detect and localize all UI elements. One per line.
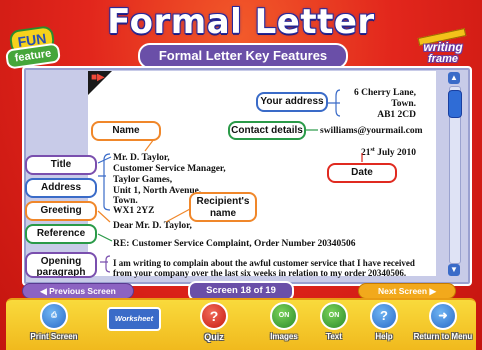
letter-body-line: from your company over the last six week… bbox=[113, 268, 407, 278]
text-on-indicator: ON bbox=[320, 302, 348, 330]
return-to-menu-label: Return to Menu bbox=[413, 332, 473, 341]
return-to-menu-button[interactable]: ➜ Return to Menu bbox=[410, 302, 476, 341]
screen-navigation: ◀ Previous Screen Screen 18 of 19 Next S… bbox=[18, 281, 464, 301]
exit-door-icon: ➜ bbox=[429, 302, 457, 330]
page-title: Formal Letter bbox=[107, 2, 375, 42]
label-recipients-name: Recipient's name bbox=[189, 192, 257, 222]
help-button[interactable]: ? Help bbox=[362, 302, 406, 341]
help-label: Help bbox=[375, 332, 393, 341]
next-screen-label: Next Screen bbox=[377, 286, 428, 296]
help-icon: ? bbox=[370, 302, 398, 330]
label-address: Address bbox=[25, 178, 97, 198]
label-title: Title bbox=[25, 155, 97, 175]
app-window: Formal Letter FUN feature Formal Letter … bbox=[0, 0, 482, 350]
scrollbar[interactable]: ▲ ▼ bbox=[447, 72, 462, 276]
label-opening-paragraph: Opening paragraph bbox=[25, 252, 97, 278]
speaker-button[interactable]: ■▶ bbox=[88, 71, 112, 95]
quiz-label: Quiz bbox=[204, 332, 224, 342]
print-screen-button[interactable]: ⎙ Print Screen bbox=[24, 302, 84, 341]
label-recipients-name-line1: Recipient's bbox=[196, 196, 250, 207]
label-recipients-name-line2: name bbox=[209, 208, 237, 219]
scroll-thumb[interactable] bbox=[448, 90, 462, 118]
images-on-indicator: ON bbox=[270, 302, 298, 330]
printer-icon: ⎙ bbox=[40, 302, 68, 330]
label-your-address: Your address bbox=[256, 92, 328, 112]
previous-screen-label: Previous Screen bbox=[49, 286, 116, 296]
recipient-line: Customer Service Manager, bbox=[113, 164, 226, 174]
brand-line-2: frame bbox=[428, 53, 458, 65]
label-greeting: Greeting bbox=[25, 201, 97, 221]
date-rest: July 2010 bbox=[377, 148, 416, 158]
images-label: Images bbox=[270, 332, 298, 341]
label-name: Name bbox=[91, 121, 161, 141]
scroll-up-arrow-icon[interactable]: ▲ bbox=[448, 72, 460, 84]
label-contact-details: Contact details bbox=[228, 121, 306, 140]
letter-greeting: Dear Mr. D. Taylor, bbox=[113, 221, 192, 231]
sender-email: swilliams@yourmail.com bbox=[320, 126, 423, 136]
sender-address-line: AB1 2CD bbox=[377, 110, 416, 120]
writing-frame-logo: writing frame bbox=[412, 28, 474, 65]
images-toggle[interactable]: ON Images bbox=[262, 302, 306, 341]
question-mark-icon: ? bbox=[200, 302, 228, 330]
sender-address-line: Town. bbox=[391, 99, 416, 109]
text-toggle[interactable]: ON Text bbox=[312, 302, 356, 341]
quiz-button[interactable]: ? Quiz bbox=[192, 302, 236, 342]
worksheet-button[interactable]: Worksheet bbox=[96, 302, 172, 333]
scroll-down-arrow-icon[interactable]: ▼ bbox=[448, 264, 460, 276]
recipient-line: Mr. D. Taylor, bbox=[113, 153, 170, 163]
bottom-toolbar: ⎙ Print Screen Worksheet ? Quiz ON Image… bbox=[6, 298, 476, 350]
letter-reference: RE: Customer Service Complaint, Order Nu… bbox=[113, 239, 356, 249]
print-screen-label: Print Screen bbox=[30, 332, 78, 341]
label-reference: Reference bbox=[25, 224, 97, 244]
next-screen-button[interactable]: Next Screen ▶ bbox=[358, 283, 456, 299]
recipient-line: Taylor Games, bbox=[113, 175, 173, 185]
letter-date: 21st July 2010 bbox=[330, 145, 416, 159]
sender-address-line: 6 Cherry Lane, bbox=[353, 88, 416, 98]
recipient-line: WX1 2YZ bbox=[113, 206, 155, 216]
worksheet-label: Worksheet bbox=[107, 307, 161, 331]
speaker-icon: ■▶ bbox=[91, 72, 105, 83]
brand-line-1: writing bbox=[423, 40, 463, 54]
fun-feature-badge: FUN feature bbox=[4, 25, 62, 70]
label-date: Date bbox=[327, 163, 397, 183]
previous-screen-button[interactable]: ◀ Previous Screen bbox=[22, 283, 134, 299]
text-label: Text bbox=[326, 332, 342, 341]
date-suffix: st bbox=[370, 147, 375, 153]
